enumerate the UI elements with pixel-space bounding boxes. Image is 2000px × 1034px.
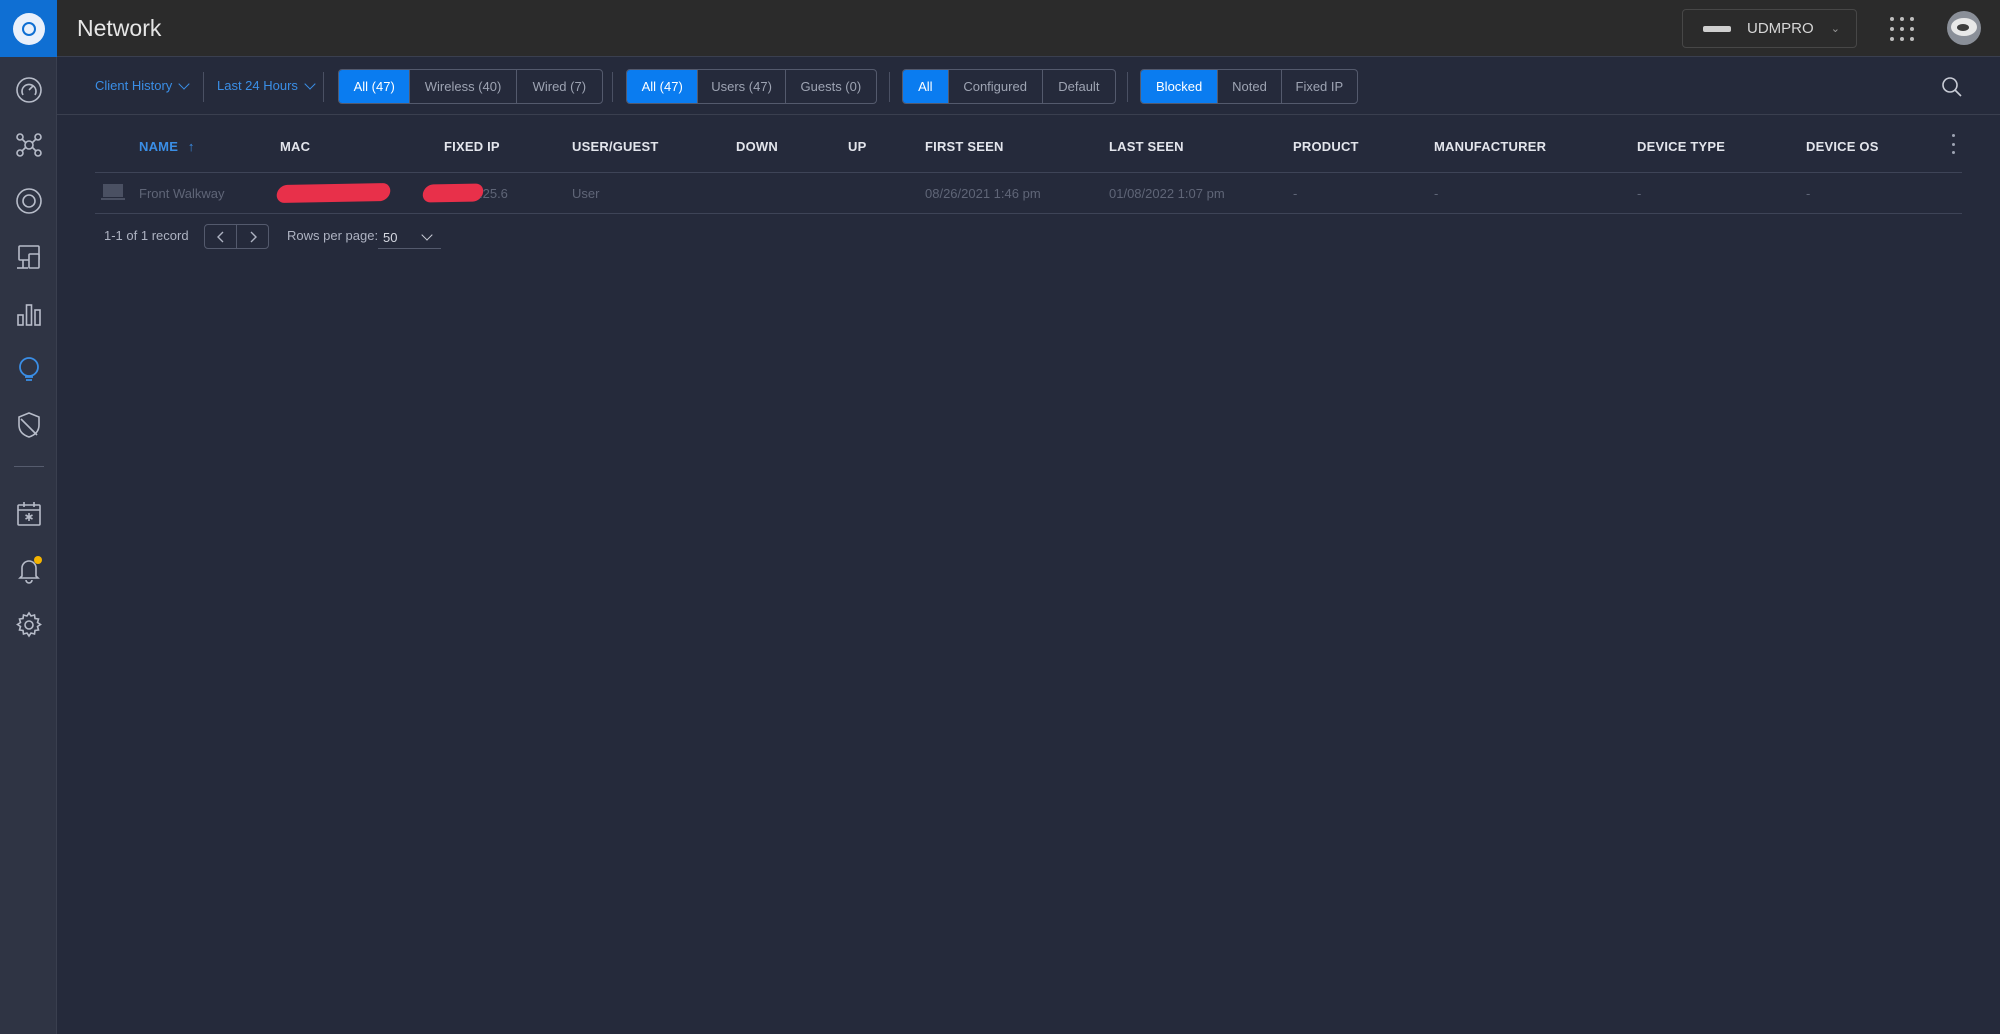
user-type-filter: All (47) Users (47) Guests (0) xyxy=(626,69,877,104)
toolbar-divider xyxy=(612,72,613,102)
table-row[interactable]: Front Walkway .25.6 User 08/26/2021 1:46… xyxy=(95,173,1962,214)
client-manufacturer: - xyxy=(1434,186,1439,201)
client-last-seen: 01/08/2022 1:07 pm xyxy=(1109,186,1225,201)
filter-all-config[interactable]: All xyxy=(903,70,948,103)
console-selector[interactable]: UDMPRO ⌄ xyxy=(1682,9,1857,48)
filter-toolbar: Client History Last 24 Hours All (47) Wi… xyxy=(57,57,2000,115)
filter-configured[interactable]: Configured xyxy=(947,70,1042,103)
rows-per-page-value: 50 xyxy=(383,229,398,245)
client-first-seen: 08/26/2021 1:46 pm xyxy=(925,186,1041,201)
filter-fixed-ip[interactable]: Fixed IP xyxy=(1280,70,1357,103)
statistics-icon[interactable] xyxy=(12,184,45,217)
chevron-down-icon xyxy=(421,228,433,241)
toolbar-divider xyxy=(889,72,890,102)
column-header-product[interactable]: PRODUCT xyxy=(1293,139,1359,154)
column-header-up[interactable]: UP xyxy=(848,139,866,154)
client-fixed-ip: .25.6 xyxy=(479,186,508,201)
dashboard-icon[interactable] xyxy=(12,73,45,106)
filter-wireless[interactable]: Wireless (40) xyxy=(409,70,515,103)
chevron-left-icon xyxy=(216,231,223,242)
record-count: 1-1 of 1 record xyxy=(104,228,189,243)
column-header-name[interactable]: NAME ↑ xyxy=(139,139,195,154)
column-header-user-guest[interactable]: USER/GUEST xyxy=(572,139,659,154)
filter-all-connections[interactable]: All (47) xyxy=(339,70,410,103)
view-dropdown-label: Client History xyxy=(95,78,173,93)
client-device-os: - xyxy=(1806,186,1811,201)
bell-icon[interactable] xyxy=(12,552,45,585)
table-header: NAME ↑ MAC FIXED IP USER/GUEST DOWN UP F… xyxy=(95,115,1962,173)
column-header-fixed-ip[interactable]: FIXED IP xyxy=(444,139,500,154)
client-name: Front Walkway xyxy=(139,186,225,201)
filter-wired[interactable]: Wired (7) xyxy=(515,70,602,103)
rows-per-page-label: Rows per page: xyxy=(287,228,379,243)
search-icon[interactable] xyxy=(1941,76,1963,98)
client-user-guest: User xyxy=(572,186,600,201)
chevron-down-icon: ⌄ xyxy=(1830,23,1840,35)
app-launcher-icon[interactable] xyxy=(1890,17,1914,41)
filter-blocked[interactable]: Blocked xyxy=(1141,70,1218,103)
config-filter: All Configured Default xyxy=(902,69,1116,104)
toolbar-divider xyxy=(1127,72,1128,102)
filter-users[interactable]: Users (47) xyxy=(697,70,784,103)
computer-device-icon xyxy=(101,184,125,200)
topology-icon[interactable] xyxy=(12,128,45,161)
rows-per-page-select[interactable]: 50 xyxy=(378,226,441,249)
chevron-down-icon xyxy=(304,77,316,90)
chevron-down-icon xyxy=(178,77,190,90)
insights-chart-icon[interactable] xyxy=(12,297,45,330)
unifi-logo-button[interactable] xyxy=(0,0,57,57)
sidebar xyxy=(0,57,57,1034)
filter-default[interactable]: Default xyxy=(1041,70,1115,103)
time-range-label: Last 24 Hours xyxy=(217,78,298,93)
column-options-icon[interactable] xyxy=(1952,134,1956,154)
sidebar-divider xyxy=(14,466,44,467)
app-title: Network xyxy=(77,15,162,41)
shield-icon[interactable] xyxy=(12,408,45,441)
toolbar-divider xyxy=(323,72,324,102)
column-header-manufacturer[interactable]: MANUFACTURER xyxy=(1434,139,1546,154)
toolbar-divider xyxy=(203,72,204,102)
pagination-controls xyxy=(204,224,269,249)
filter-noted[interactable]: Noted xyxy=(1217,70,1280,103)
ip-redaction xyxy=(421,183,485,203)
user-avatar[interactable] xyxy=(1947,11,1981,45)
mac-redaction xyxy=(275,183,392,203)
client-device-type: - xyxy=(1637,186,1642,201)
settings-gear-icon[interactable] xyxy=(12,608,45,641)
view-dropdown[interactable]: Client History xyxy=(95,77,190,93)
client-product: - xyxy=(1293,186,1298,201)
column-header-mac[interactable]: MAC xyxy=(280,139,310,154)
column-header-device-os[interactable]: DEVICE OS xyxy=(1806,139,1879,154)
previous-page-button[interactable] xyxy=(205,225,236,248)
udm-device-icon xyxy=(1703,25,1731,32)
console-name: UDMPRO xyxy=(1747,20,1814,37)
events-calendar-icon[interactable] xyxy=(12,497,45,530)
devices-icon[interactable] xyxy=(12,240,45,273)
next-page-button[interactable] xyxy=(236,225,268,248)
column-header-first-seen[interactable]: FIRST SEEN xyxy=(925,139,1004,154)
column-header-device-type[interactable]: DEVICE TYPE xyxy=(1637,139,1725,154)
filter-guests[interactable]: Guests (0) xyxy=(784,70,876,103)
status-filter: Blocked Noted Fixed IP xyxy=(1140,69,1358,104)
column-header-last-seen[interactable]: LAST SEEN xyxy=(1109,139,1184,154)
time-range-dropdown[interactable]: Last 24 Hours xyxy=(217,77,316,93)
column-header-down[interactable]: DOWN xyxy=(736,139,778,154)
chevron-right-icon xyxy=(250,231,257,242)
top-bar: Network UDMPRO ⌄ xyxy=(0,0,2000,57)
sort-arrow-up-icon: ↑ xyxy=(187,139,195,154)
connection-filter: All (47) Wireless (40) Wired (7) xyxy=(338,69,603,104)
column-label-name: NAME xyxy=(139,139,179,154)
filter-all-users[interactable]: All (47) xyxy=(627,70,698,103)
unifi-logo-icon xyxy=(12,12,45,45)
clients-icon[interactable] xyxy=(12,352,45,385)
